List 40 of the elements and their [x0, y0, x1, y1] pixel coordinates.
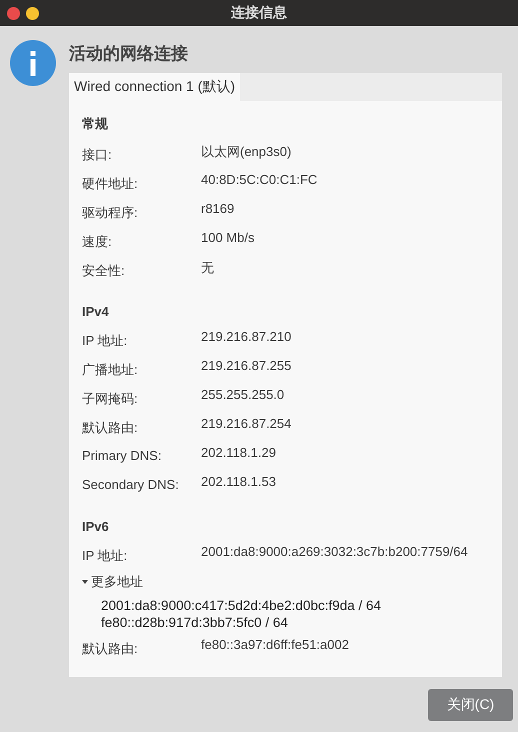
field-value: 40:8D:5C:C0:C1:FC	[201, 172, 318, 187]
field-label: 子网掩码:	[82, 390, 139, 408]
info-icon	[10, 40, 56, 86]
field-value: 以太网(enp3s0)	[201, 143, 292, 161]
field-label: 接口:	[82, 146, 113, 164]
field-value: 100 Mb/s	[201, 230, 254, 245]
minimize-button[interactable]	[26, 6, 39, 20]
address-value: 2001:da8:9000:c417:5d2d:4be2:d0bc:f9da / 64	[101, 597, 382, 614]
field-label: 速度:	[82, 233, 113, 251]
connection-tab[interactable]: Wired connection 1 (默认)	[69, 73, 240, 101]
field-value: 202.118.1.53	[201, 474, 276, 489]
field-label: IP 地址:	[82, 547, 128, 565]
window-title: 连接信息	[231, 4, 287, 22]
close-dialog-button[interactable]: 关闭(C)	[428, 689, 513, 721]
section-title: 常规	[82, 115, 109, 133]
field-label: 驱动程序:	[82, 204, 139, 222]
triangle-icon	[82, 580, 88, 584]
section-title: IPv4	[82, 304, 110, 319]
field-label: 广播地址:	[82, 361, 139, 379]
section-title: IPv6	[82, 519, 110, 534]
field-value: 2001:da8:9000:a269:3032:3c7b:b200:7759/64	[201, 544, 468, 559]
field-value: fe80::3a97:d6ff:fe51:a002	[201, 637, 349, 652]
field-label: 硬件地址:	[82, 175, 139, 193]
field-value: 255.255.255.0	[201, 387, 284, 402]
field-label: 默认路由:	[82, 640, 139, 658]
field-label: Primary DNS:	[82, 447, 162, 463]
field-value: 219.216.87.254	[201, 416, 292, 431]
address-value: fe80::d28b:917d:3bb7:5fc0 / 64	[101, 614, 289, 631]
field-value: 无	[201, 259, 214, 277]
field-label: IP 地址:	[82, 332, 128, 350]
dialog-heading: 活动的网络连接	[69, 43, 189, 65]
field-label: 安全性:	[82, 262, 126, 280]
field-value: 202.118.1.29	[201, 445, 276, 460]
field-value: 219.216.87.210	[201, 329, 292, 344]
field-value: r8169	[201, 201, 234, 216]
field-value: 219.216.87.255	[201, 358, 292, 373]
close-button[interactable]	[7, 6, 20, 20]
field-label: Secondary DNS:	[82, 476, 180, 492]
more-addresses-expander[interactable]: 更多地址	[82, 573, 143, 591]
field-label: 默认路由:	[82, 419, 139, 437]
